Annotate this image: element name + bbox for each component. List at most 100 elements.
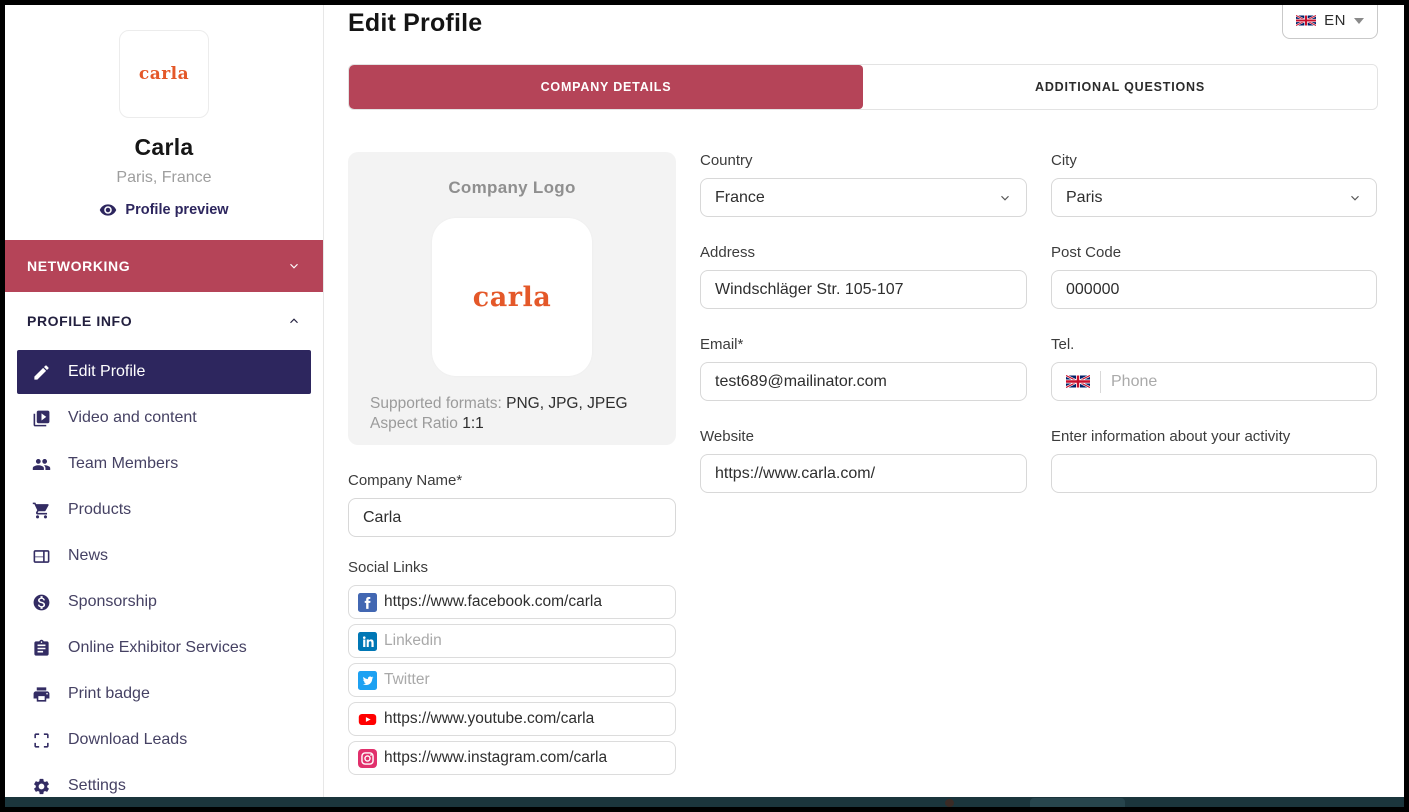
caret-down-icon bbox=[1354, 18, 1364, 24]
language-dropdown[interactable]: EN bbox=[1282, 5, 1378, 39]
city-label: City bbox=[1051, 152, 1377, 169]
twitter-input[interactable] bbox=[384, 671, 666, 689]
eye-icon bbox=[99, 201, 117, 219]
form-column-right: City Paris Post Code Tel. bbox=[1051, 152, 1377, 797]
country-field: Country France bbox=[700, 152, 1027, 217]
profile-name: Carla bbox=[5, 134, 323, 161]
profile-info-label: PROFILE INFO bbox=[27, 313, 132, 329]
instagram-icon bbox=[358, 749, 377, 768]
email-field: Email* bbox=[700, 336, 1027, 401]
company-logo-title: Company Logo bbox=[370, 178, 654, 198]
dollar-circle-icon bbox=[32, 593, 51, 612]
carla-logo: carla bbox=[473, 282, 551, 313]
carla-logo: carla bbox=[139, 64, 189, 84]
sidebar-item-team-members[interactable]: Team Members bbox=[17, 442, 311, 486]
address-field: Address bbox=[700, 244, 1027, 309]
sidebar-item-products[interactable]: Products bbox=[17, 488, 311, 532]
divider bbox=[1100, 371, 1101, 393]
website-input[interactable] bbox=[700, 454, 1027, 493]
tab-additional-questions[interactable]: ADDITIONAL QUESTIONS bbox=[863, 65, 1377, 109]
networking-label: NETWORKING bbox=[27, 258, 130, 274]
form-column-logo: Company Logo carla Supported formats: PN… bbox=[348, 152, 676, 797]
news-icon bbox=[32, 547, 51, 566]
nav-label: Settings bbox=[68, 777, 126, 795]
sidebar-item-video-and-content[interactable]: Video and content bbox=[17, 396, 311, 440]
sidebar-section-networking[interactable]: NETWORKING bbox=[5, 240, 323, 292]
taskbar bbox=[5, 797, 1404, 807]
website-field: Website bbox=[700, 428, 1027, 493]
video-library-icon bbox=[32, 409, 51, 428]
profile-preview-label: Profile preview bbox=[125, 202, 228, 218]
nav-label: Sponsorship bbox=[68, 593, 157, 611]
sidebar-item-online-exhibitor-services[interactable]: Online Exhibitor Services bbox=[17, 626, 311, 670]
city-select[interactable]: Paris bbox=[1051, 178, 1377, 217]
nav-label: Team Members bbox=[68, 455, 178, 473]
nav-label: Print badge bbox=[68, 685, 150, 703]
website-label: Website bbox=[700, 428, 1027, 445]
supported-formats-hint: Supported formats: PNG, JPG, JPEG bbox=[370, 394, 654, 414]
country-value: France bbox=[715, 189, 765, 207]
edit-profile-form: Company Logo carla Supported formats: PN… bbox=[348, 152, 1378, 797]
youtube-icon bbox=[358, 710, 377, 729]
nav-label: Download Leads bbox=[68, 731, 187, 749]
profile-preview-link[interactable]: Profile preview bbox=[5, 201, 323, 219]
tel-label: Tel. bbox=[1051, 336, 1377, 353]
company-logo-card: Company Logo carla Supported formats: PN… bbox=[348, 152, 676, 445]
company-logo-thumbnail: carla bbox=[119, 30, 209, 118]
social-links-label: Social Links bbox=[348, 559, 676, 576]
uk-flag-icon[interactable] bbox=[1066, 375, 1090, 388]
post-code-field: Post Code bbox=[1051, 244, 1377, 309]
youtube-link-row bbox=[348, 702, 676, 736]
chevron-down-icon bbox=[998, 191, 1012, 205]
instagram-input[interactable] bbox=[384, 749, 666, 767]
activity-label: Enter information about your activity bbox=[1051, 428, 1377, 445]
sidebar-item-settings[interactable]: Settings bbox=[17, 764, 311, 797]
sidebar-item-sponsorship[interactable]: Sponsorship bbox=[17, 580, 311, 624]
sidebar-item-news[interactable]: News bbox=[17, 534, 311, 578]
app-window: carla Carla Paris, France Profile previe… bbox=[5, 5, 1404, 797]
activity-field: Enter information about your activity bbox=[1051, 428, 1377, 493]
twitter-link-row bbox=[348, 663, 676, 697]
people-icon bbox=[32, 455, 51, 474]
post-code-input[interactable] bbox=[1051, 270, 1377, 309]
sidebar-nav: Edit Profile Video and content Team Memb… bbox=[5, 350, 323, 797]
address-input[interactable] bbox=[700, 270, 1027, 309]
facebook-icon bbox=[358, 593, 377, 612]
company-logo-upload[interactable]: carla bbox=[432, 218, 592, 376]
clipboard-icon bbox=[32, 639, 51, 658]
company-name-input[interactable] bbox=[348, 498, 676, 537]
city-field: City Paris bbox=[1051, 152, 1377, 217]
nav-label: Products bbox=[68, 501, 131, 519]
sidebar-item-download-leads[interactable]: Download Leads bbox=[17, 718, 311, 762]
aspect-ratio-hint: Aspect Ratio 1:1 bbox=[370, 414, 654, 434]
main-content: Edit Profile EN COMPANY DETAILS ADDITION… bbox=[324, 5, 1404, 797]
country-select[interactable]: France bbox=[700, 178, 1027, 217]
gear-icon bbox=[32, 777, 51, 796]
email-label: Email* bbox=[700, 336, 1027, 353]
pencil-icon bbox=[32, 363, 51, 382]
taskbar-icon bbox=[945, 799, 954, 807]
sidebar-item-print-badge[interactable]: Print badge bbox=[17, 672, 311, 716]
youtube-input[interactable] bbox=[384, 710, 666, 728]
linkedin-link-row bbox=[348, 624, 676, 658]
tab-bar: COMPANY DETAILS ADDITIONAL QUESTIONS bbox=[348, 64, 1378, 110]
phone-input[interactable] bbox=[1111, 373, 1362, 391]
post-code-label: Post Code bbox=[1051, 244, 1377, 261]
chevron-down-icon bbox=[287, 259, 301, 273]
company-name-label: Company Name* bbox=[348, 472, 676, 489]
taskbar-item[interactable] bbox=[1030, 798, 1125, 807]
activity-input[interactable] bbox=[1051, 454, 1377, 493]
sidebar-item-edit-profile[interactable]: Edit Profile bbox=[17, 350, 311, 394]
nav-label: News bbox=[68, 547, 108, 565]
email-input[interactable] bbox=[700, 362, 1027, 401]
facebook-input[interactable] bbox=[384, 593, 666, 611]
nav-label: Edit Profile bbox=[68, 363, 145, 381]
form-column-middle: Country France Address Email* Website bbox=[700, 152, 1027, 797]
sidebar: carla Carla Paris, France Profile previe… bbox=[5, 5, 324, 797]
tab-company-details[interactable]: COMPANY DETAILS bbox=[349, 65, 863, 109]
chevron-up-icon bbox=[287, 314, 301, 328]
linkedin-input[interactable] bbox=[384, 632, 666, 650]
facebook-link-row bbox=[348, 585, 676, 619]
sidebar-section-profile-info[interactable]: PROFILE INFO bbox=[5, 292, 323, 350]
nav-label: Online Exhibitor Services bbox=[68, 639, 247, 657]
